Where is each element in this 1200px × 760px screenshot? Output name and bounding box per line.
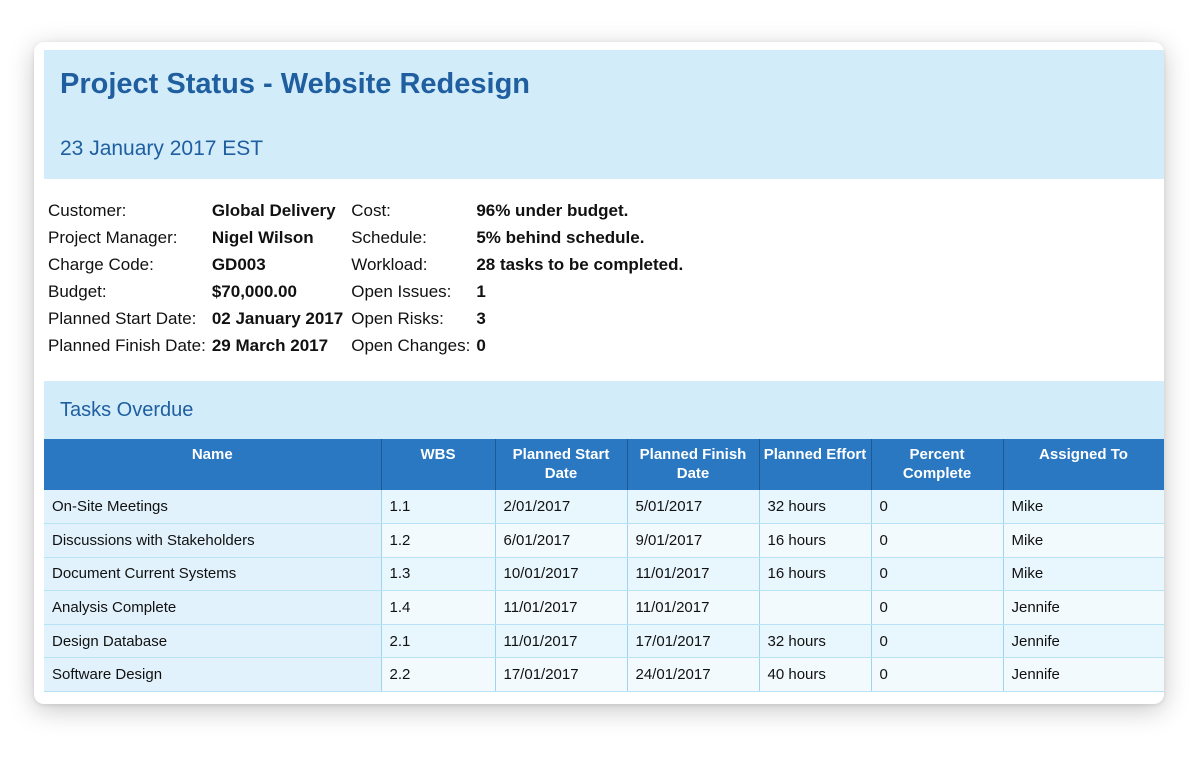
summary-value: Global Delivery [211, 200, 336, 220]
table-row: Discussions with Stakeholders 1.2 6/01/2… [44, 523, 1164, 558]
task-assigned-to: Mike [1003, 523, 1164, 558]
task-planned-effort: 32 hours [759, 624, 872, 659]
task-name: Software Design [44, 657, 382, 693]
column-header-percent-complete: Percent Complete [871, 439, 1004, 490]
task-assigned-to: Mike [1003, 490, 1164, 525]
report-card: Project Status - Website Redesign 23 Jan… [34, 42, 1164, 704]
task-planned-effort: 16 hours [759, 557, 872, 592]
tasks-table: Name WBS Planned Start Date Planned Fini… [44, 439, 1164, 693]
summary-value: 02 January 2017 [211, 308, 344, 328]
table-row: Analysis Complete 1.4 11/01/2017 11/01/2… [44, 590, 1164, 625]
task-assigned-to: Jennife [1003, 657, 1164, 693]
task-percent-complete: 0 [871, 590, 1004, 625]
task-planned-finish: 11/01/2017 [627, 590, 760, 625]
task-planned-effort: 32 hours [759, 490, 872, 525]
summary-label: Open Risks: [351, 308, 444, 328]
summary-value: 3 [476, 308, 486, 328]
summary-row: Project Manager: Nigel Wilson Schedule: … [46, 224, 689, 251]
task-wbs: 2.2 [381, 657, 496, 693]
task-planned-finish: 9/01/2017 [627, 523, 760, 558]
summary-label: Open Issues: [351, 281, 452, 301]
report-date: 23 January 2017 EST [60, 137, 264, 160]
summary-label: Planned Start Date: [48, 308, 197, 328]
table-header-row: Name WBS Planned Start Date Planned Fini… [44, 439, 1164, 490]
summary-value: 1 [476, 281, 486, 301]
summary-label: Workload: [351, 254, 428, 274]
table-row: Design Database 2.1 11/01/2017 17/01/201… [44, 624, 1164, 659]
task-planned-effort: 40 hours [759, 657, 872, 693]
task-wbs: 1.3 [381, 557, 496, 592]
task-name: Analysis Complete [44, 590, 382, 625]
summary-row: Charge Code: GD003 Workload: 28 tasks to… [46, 251, 689, 278]
task-percent-complete: 0 [871, 657, 1004, 693]
table-row: Software Design 2.2 17/01/2017 24/01/201… [44, 657, 1164, 693]
summary-label: Charge Code: [48, 254, 154, 274]
summary-value: 29 March 2017 [211, 335, 329, 355]
summary-label: Open Changes: [351, 335, 471, 355]
column-header-planned-finish: Planned Finish Date [627, 439, 760, 490]
task-name: Document Current Systems [44, 557, 382, 592]
summary-label: Budget: [48, 281, 107, 301]
task-percent-complete: 0 [871, 490, 1004, 525]
task-assigned-to: Jennife [1003, 590, 1164, 625]
task-percent-complete: 0 [871, 557, 1004, 592]
task-name: Design Database [44, 624, 382, 659]
summary-value: 28 tasks to be completed. [476, 254, 684, 274]
report-title: Project Status - Website Redesign [60, 68, 531, 100]
section-title: Tasks Overdue [60, 399, 194, 421]
task-assigned-to: Jennife [1003, 624, 1164, 659]
task-wbs: 1.1 [381, 490, 496, 525]
task-planned-start: 2/01/2017 [495, 490, 628, 525]
task-planned-finish: 11/01/2017 [627, 557, 760, 592]
task-planned-finish: 24/01/2017 [627, 657, 760, 693]
project-summary: Customer: Global Delivery Cost: 96% unde… [44, 179, 1164, 381]
summary-value: 96% under budget. [476, 200, 629, 220]
summary-value: GD003 [211, 254, 266, 274]
task-wbs: 1.4 [381, 590, 496, 625]
report-header: Project Status - Website Redesign 23 Jan… [44, 50, 1164, 179]
task-planned-start: 17/01/2017 [495, 657, 628, 693]
task-wbs: 2.1 [381, 624, 496, 659]
task-planned-start: 11/01/2017 [495, 590, 628, 625]
summary-value: 0 [476, 335, 486, 355]
column-header-wbs: WBS [381, 439, 496, 490]
task-percent-complete: 0 [871, 624, 1004, 659]
task-planned-effort [759, 590, 872, 625]
task-planned-start: 11/01/2017 [495, 624, 628, 659]
task-planned-finish: 5/01/2017 [627, 490, 760, 525]
summary-label: Customer: [48, 200, 127, 220]
task-planned-start: 10/01/2017 [495, 557, 628, 592]
task-name: On-Site Meetings [44, 490, 382, 525]
column-header-planned-start: Planned Start Date [495, 439, 628, 490]
summary-table: Customer: Global Delivery Cost: 96% unde… [46, 197, 689, 359]
task-planned-effort: 16 hours [759, 523, 872, 558]
summary-label: Project Manager: [48, 227, 178, 247]
summary-label: Schedule: [351, 227, 427, 247]
summary-row: Planned Start Date: 02 January 2017 Open… [46, 305, 689, 332]
summary-row: Budget: $70,000.00 Open Issues: 1 [46, 278, 689, 305]
task-planned-start: 6/01/2017 [495, 523, 628, 558]
summary-label: Planned Finish Date: [48, 335, 206, 355]
column-header-name: Name [44, 439, 382, 490]
tasks-section-header: Tasks Overdue [44, 381, 1164, 439]
summary-value: Nigel Wilson [211, 227, 314, 247]
summary-label: Cost: [351, 200, 391, 220]
summary-value: 5% behind schedule. [476, 227, 645, 247]
column-header-planned-effort: Planned Effort [759, 439, 872, 490]
task-assigned-to: Mike [1003, 557, 1164, 592]
task-wbs: 1.2 [381, 523, 496, 558]
task-planned-finish: 17/01/2017 [627, 624, 760, 659]
column-header-assigned-to: Assigned To [1003, 439, 1164, 490]
table-row: Document Current Systems 1.3 10/01/2017 … [44, 557, 1164, 592]
table-row: On-Site Meetings 1.1 2/01/2017 5/01/2017… [44, 490, 1164, 525]
task-percent-complete: 0 [871, 523, 1004, 558]
summary-value: $70,000.00 [211, 281, 297, 301]
summary-row: Planned Finish Date: 29 March 2017 Open … [46, 332, 689, 359]
summary-row: Customer: Global Delivery Cost: 96% unde… [46, 197, 689, 224]
task-name: Discussions with Stakeholders [44, 523, 382, 558]
